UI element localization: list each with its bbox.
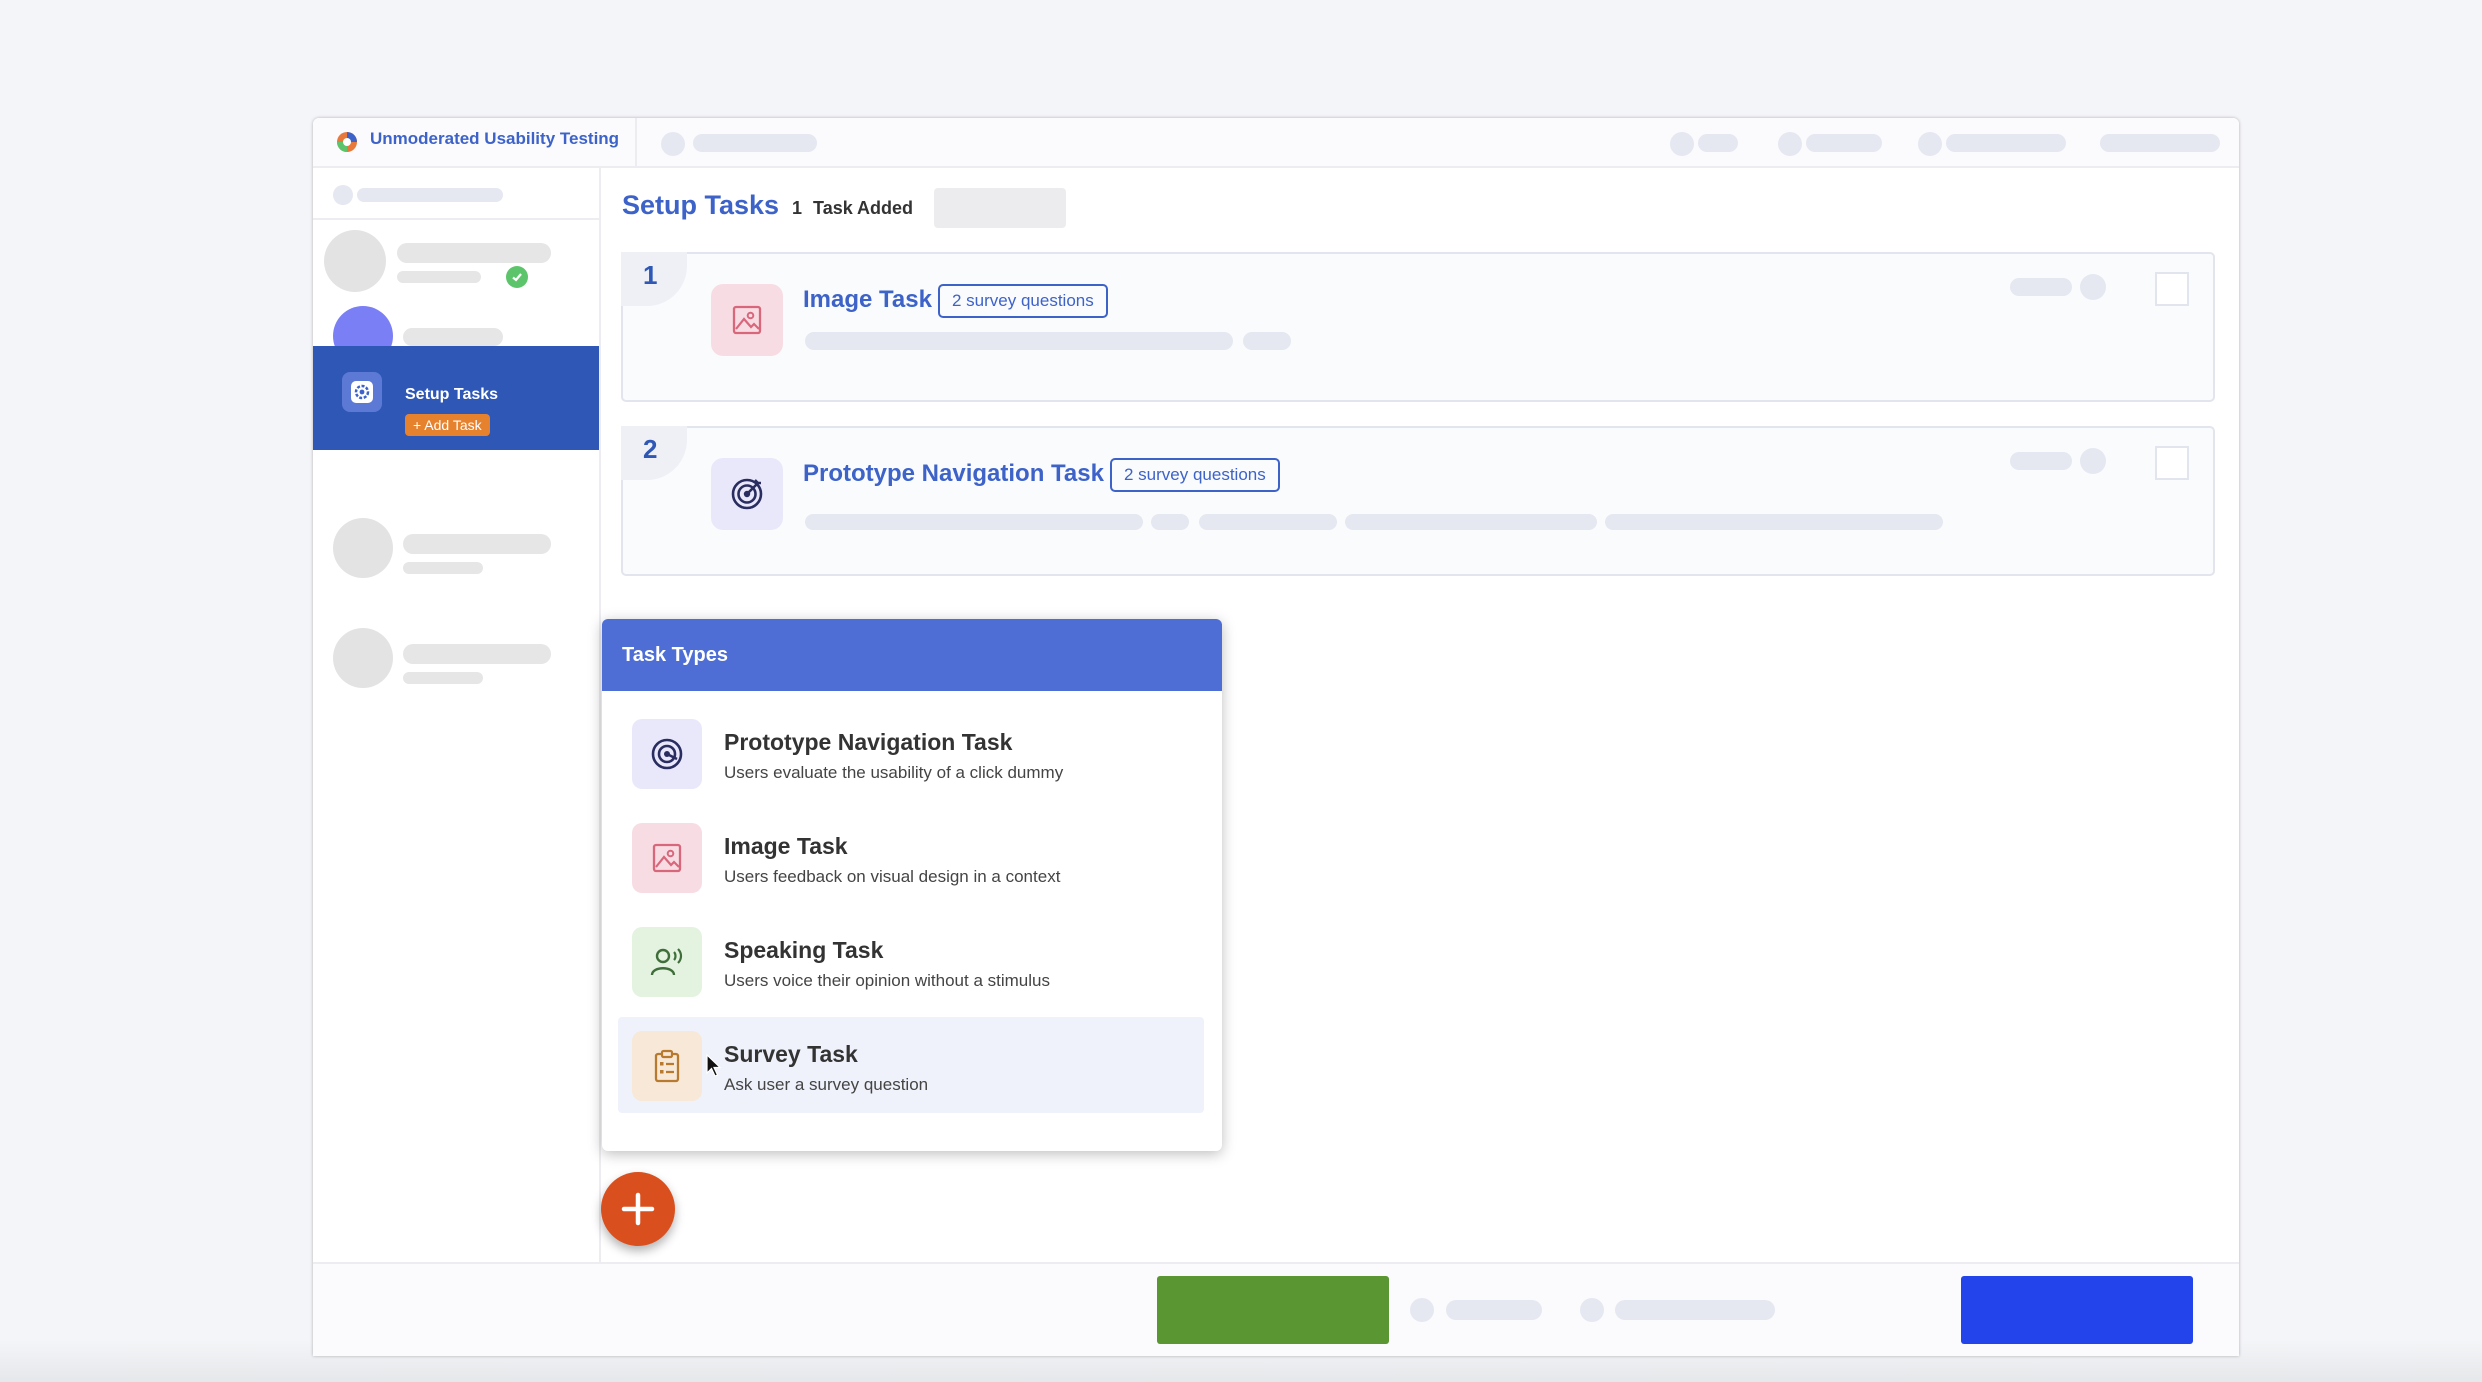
footer-placeholder-icon	[1410, 1298, 1434, 1322]
menu-item-image-task[interactable]: Image Task Users feedback on visual desi…	[618, 809, 1204, 905]
task-title[interactable]: Prototype Navigation Task	[803, 460, 1104, 488]
task-select-checkbox[interactable]	[2155, 446, 2189, 480]
task-description-placeholder	[1151, 514, 1189, 530]
sidebar-header-icon	[333, 185, 353, 205]
sidebar-step-1-icon[interactable]	[324, 230, 386, 292]
footer-placeholder-link[interactable]	[1615, 1300, 1775, 1320]
sidebar-step-2-label[interactable]	[403, 328, 503, 346]
footer-placeholder-link[interactable]	[1446, 1300, 1542, 1320]
speaking-person-icon	[632, 927, 702, 997]
sidebar-header-divider	[313, 218, 599, 220]
menu-item-title: Survey Task	[724, 1041, 858, 1067]
top-bar: Unmoderated Usability Testing	[313, 118, 2239, 168]
mouse-cursor-icon	[706, 1054, 722, 1077]
sidebar-step-4-label[interactable]	[403, 534, 551, 554]
survey-questions-tag[interactable]: 2 survey questions	[938, 284, 1108, 318]
menu-item-description: Ask user a survey question	[724, 1075, 929, 1094]
task-select-checkbox[interactable]	[2155, 272, 2189, 306]
header-placeholder-button[interactable]	[934, 188, 1066, 228]
menu-item-speaking-task[interactable]: Speaking Task Users voice their opinion …	[618, 913, 1204, 1009]
task-count: 1 Task Added	[792, 198, 913, 219]
task-action-placeholder[interactable]	[2010, 278, 2072, 296]
topbar-divider	[635, 118, 637, 166]
sidebar-step-5-icon[interactable]	[333, 628, 393, 688]
task-description-placeholder	[1243, 332, 1291, 350]
task-description-placeholder	[1605, 514, 1943, 530]
menu-item-description: Users feedback on visual design in a con…	[724, 867, 1061, 886]
topbar-menu-item-1[interactable]	[1698, 134, 1738, 152]
task-description-placeholder	[1199, 514, 1337, 530]
task-card[interactable]: 2 Prototype Navigation Task 2 survey que…	[621, 426, 2215, 576]
app-logo-icon	[337, 132, 357, 152]
menu-item-title: Speaking Task	[724, 937, 884, 963]
menu-item-prototype-navigation-task[interactable]: Prototype Navigation Task Users evaluate…	[618, 705, 1204, 801]
task-types-header: Task Types	[602, 619, 1222, 691]
menu-item-description: Users evaluate the usability of a click …	[724, 763, 1064, 782]
gear-icon	[342, 372, 382, 412]
page-title: Setup Tasks	[622, 190, 780, 220]
task-count-label: Task Added	[813, 198, 914, 218]
topbar-menu-item-4[interactable]	[2100, 134, 2220, 152]
survey-questions-tag[interactable]: 2 survey questions	[1110, 458, 1280, 492]
sidebar-step-1-label[interactable]	[397, 243, 551, 263]
sidebar-step-4-icon[interactable]	[333, 518, 393, 578]
task-action-placeholder[interactable]	[2010, 452, 2072, 470]
task-description-placeholder	[805, 332, 1233, 350]
task-action-icon[interactable]	[2080, 274, 2106, 300]
menu-item-description: Users voice their opinion without a stim…	[724, 971, 1050, 990]
add-task-fab[interactable]	[601, 1172, 675, 1246]
topbar-menu-item-3[interactable]	[1946, 134, 2066, 152]
footer-placeholder-icon	[1580, 1298, 1604, 1322]
sidebar-header-text	[357, 188, 503, 202]
task-number: 1	[621, 252, 687, 306]
target-icon	[632, 719, 702, 789]
topbar-menu-icon-2[interactable]	[1778, 132, 1802, 156]
topbar-menu-icon-3[interactable]	[1918, 132, 1942, 156]
task-description-placeholder	[1345, 514, 1597, 530]
footer-next-button[interactable]	[1961, 1276, 2193, 1344]
sidebar: Setup Tasks + Add Task	[313, 168, 601, 1262]
task-types-menu: Task Types Prototype Navigation Task Use…	[602, 619, 1222, 1151]
menu-item-title: Prototype Navigation Task	[724, 729, 1013, 755]
check-icon	[506, 266, 528, 288]
task-card[interactable]: 1 Image Task 2 survey questions	[621, 252, 2215, 402]
sidebar-item-setup-tasks[interactable]: Setup Tasks + Add Task	[313, 346, 599, 450]
sidebar-step-4-sublabel	[403, 562, 483, 574]
topbar-placeholder-icon	[661, 132, 685, 156]
task-title[interactable]: Image Task	[803, 286, 932, 314]
sidebar-item-label: Setup Tasks	[405, 386, 499, 403]
clipboard-icon	[632, 1031, 702, 1101]
image-icon	[711, 284, 783, 356]
plus-icon	[621, 1192, 655, 1226]
task-number: 2	[621, 426, 687, 480]
sidebar-step-1-sublabel	[397, 271, 481, 283]
topbar-menu-icon-1[interactable]	[1670, 132, 1694, 156]
image-icon	[632, 823, 702, 893]
app-title: Unmoderated Usability Testing	[370, 129, 620, 148]
topbar-placeholder-text	[693, 134, 817, 152]
sidebar-step-5-label[interactable]	[403, 644, 551, 664]
footer-primary-button[interactable]	[1157, 1276, 1389, 1344]
task-description-placeholder	[805, 514, 1143, 530]
topbar-menu-item-2[interactable]	[1806, 134, 1882, 152]
task-action-icon[interactable]	[2080, 448, 2106, 474]
add-task-button[interactable]: + Add Task	[405, 414, 490, 436]
task-count-number: 1	[792, 198, 803, 218]
footer-bar	[313, 1262, 2239, 1356]
target-icon	[711, 458, 783, 530]
sidebar-step-5-sublabel	[403, 672, 483, 684]
menu-item-title: Image Task	[724, 833, 848, 859]
